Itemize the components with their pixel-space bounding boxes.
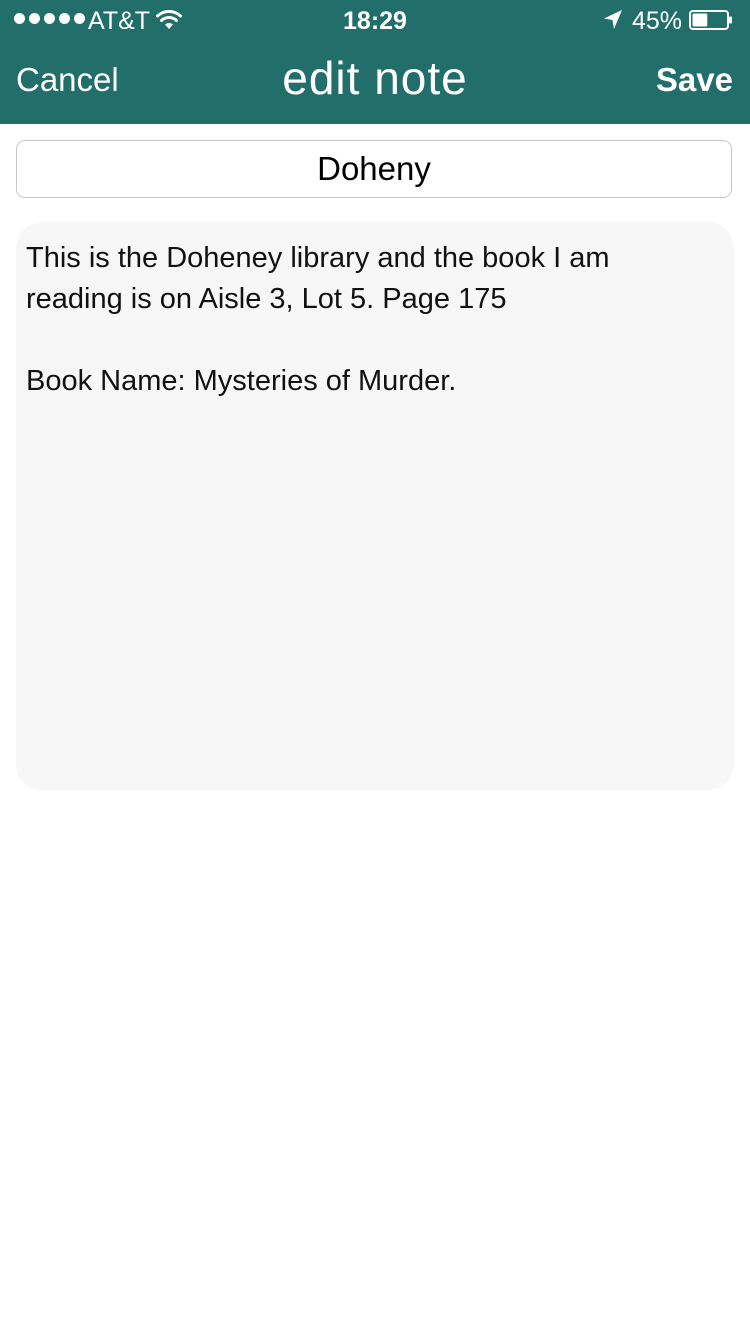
note-title-field[interactable] [16,140,732,198]
battery-percentage: 45% [632,7,683,35]
save-button[interactable]: Save [656,58,733,102]
header: AT&T 18:29 45% Cancel edit note Save [0,0,750,124]
note-body-line: Book Name: Mysteries of Murder. [26,365,457,397]
note-body-line: reading is on Aisle 3, Lot 5. Page 175 [26,283,507,315]
note-title-input[interactable] [17,141,731,197]
location-arrow-icon [604,10,622,29]
note-body-line [26,320,724,361]
page-title: edit note [282,52,468,104]
note-body-line: This is the Doheney library and the book… [26,242,610,274]
status-bar: AT&T 18:29 45% [0,0,750,40]
note-body-textarea[interactable]: This is the Doheney library and the book… [16,222,734,790]
battery-icon [689,10,732,30]
